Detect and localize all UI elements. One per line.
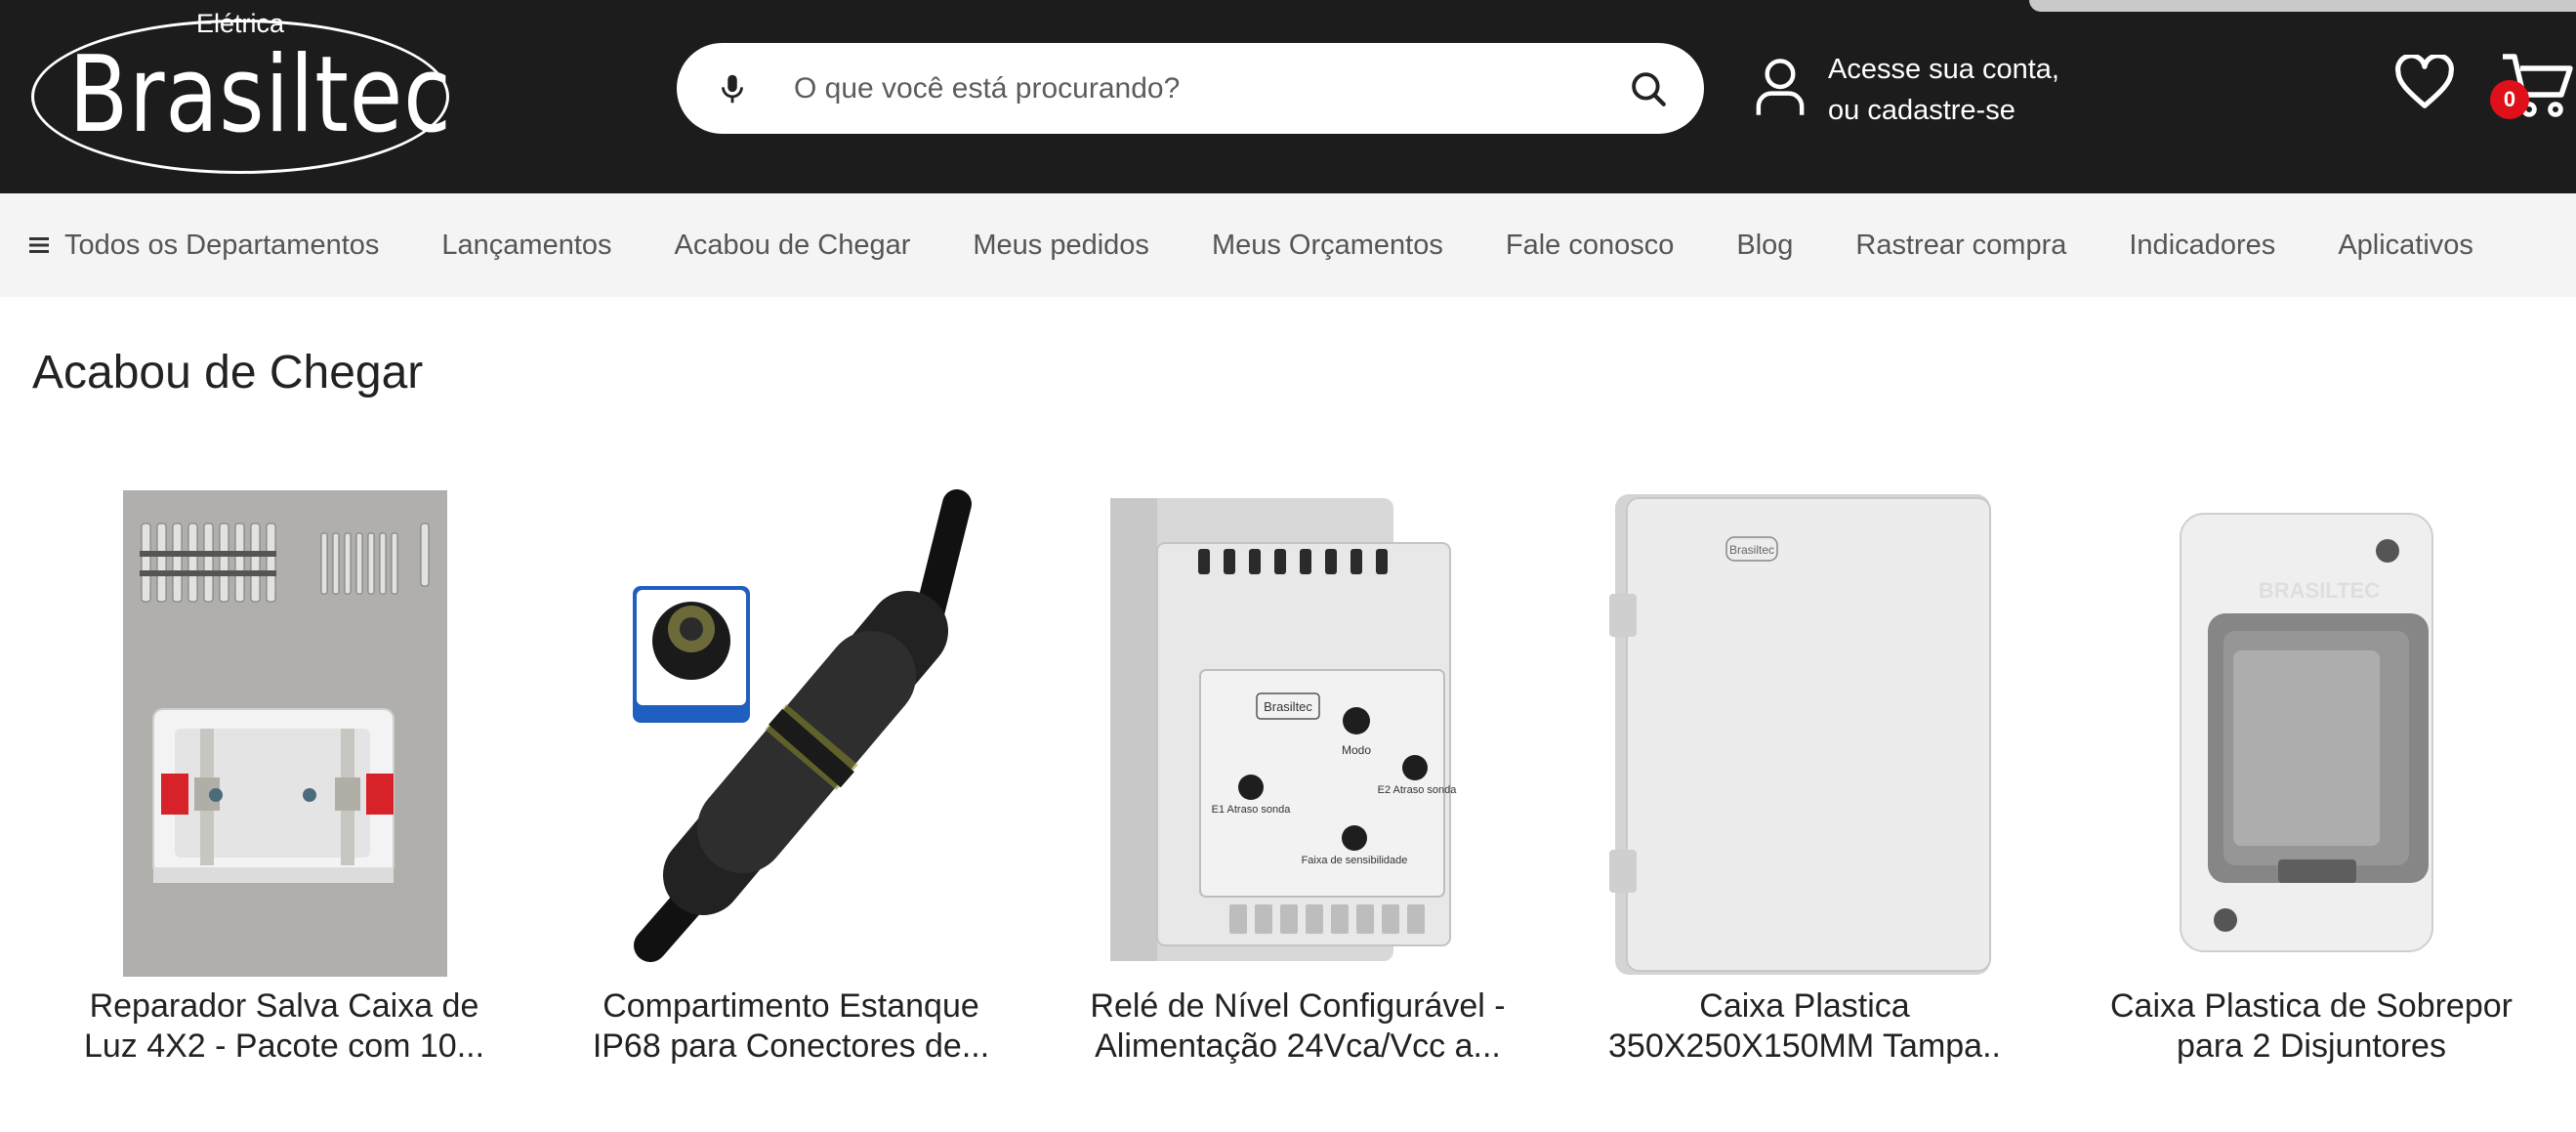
breaker-brand-label: BRASILTEC bbox=[2259, 578, 2380, 603]
brand-logo[interactable]: Elétrica Brasiltec bbox=[31, 10, 452, 174]
product-name[interactable]: Compartimento Estanque IP68 para Conecto… bbox=[566, 986, 1016, 1067]
relay-e2-label: E2 Atraso sonda bbox=[1378, 784, 1458, 796]
category-nav: Todos os Departamentos Lançamentos Acabo… bbox=[0, 193, 2576, 297]
nav-item-lancamentos[interactable]: Lançamentos bbox=[441, 230, 611, 262]
product-name-line-1: Caixa Plastica de Sobrepor bbox=[2109, 987, 2513, 1025]
nav-item-fale-conosco[interactable]: Fale conosco bbox=[1506, 230, 1675, 262]
nav-item-label: Todos os Departamentos bbox=[64, 229, 380, 261]
product-name[interactable]: Caixa Plastica 350X250X150MM Tampa.. bbox=[1580, 986, 2029, 1067]
search-icon[interactable] bbox=[1628, 68, 1669, 109]
product-name[interactable]: Reparador Salva Caixa de Luz 4X2 - Pacot… bbox=[60, 986, 509, 1067]
menu-icon bbox=[29, 237, 49, 253]
nav-item-blog[interactable]: Blog bbox=[1736, 230, 1793, 262]
account-link[interactable]: Acesse sua conta, ou cadastre-se bbox=[1754, 49, 2125, 137]
relay-range-label: Faixa de sensibilidade bbox=[1302, 855, 1408, 866]
nav-item-rastrear-compra[interactable]: Rastrear compra bbox=[1855, 230, 2066, 262]
product-image[interactable]: Brasiltec bbox=[1580, 484, 2029, 983]
nav-item-indicadores[interactable]: Indicadores bbox=[2129, 230, 2275, 262]
microphone-icon[interactable] bbox=[714, 70, 751, 107]
nav-item-all-departments[interactable]: Todos os Departamentos bbox=[29, 230, 379, 262]
relay-e1-label: E1 Atraso sonda bbox=[1212, 804, 1292, 816]
nav-item-acabou-de-chegar[interactable]: Acabou de Chegar bbox=[675, 230, 911, 262]
cart-button[interactable]: 0 bbox=[2490, 51, 2576, 129]
nav-item-meus-pedidos[interactable]: Meus pedidos bbox=[973, 230, 1149, 262]
product-name[interactable]: Caixa Plastica de Sobrepor para 2 Disjun… bbox=[2087, 986, 2536, 1067]
product-name-line-1: Compartimento Estanque bbox=[602, 987, 979, 1025]
account-line-1: Acesse sua conta, bbox=[1828, 54, 2059, 85]
box-brand-label: Brasiltec bbox=[1729, 543, 1774, 557]
logo-wordmark: Brasiltec bbox=[68, 34, 452, 156]
product-name-line-1: Caixa Plastica bbox=[1699, 987, 1910, 1025]
user-icon bbox=[1756, 59, 1805, 115]
product-image[interactable]: BRASILTEC bbox=[2087, 484, 2536, 983]
product-name-line-2: Luz 4X2 - Pacote com 10... bbox=[83, 1027, 485, 1065]
search-bar bbox=[677, 43, 1704, 134]
section-title: Acabou de Chegar bbox=[32, 347, 424, 398]
nav-item-aplicativos[interactable]: Aplicativos bbox=[2338, 230, 2473, 262]
cart-count-badge: 0 bbox=[2490, 80, 2529, 119]
account-line-2: ou cadastre-se bbox=[1828, 95, 2015, 126]
site-header: Elétrica Brasiltec Acesse sua conta, ou … bbox=[0, 0, 2576, 193]
product-name-line-2: 350X250X150MM Tampa.. bbox=[1608, 1027, 2001, 1065]
product-name[interactable]: Relé de Nível Configurável - Alimentação… bbox=[1073, 986, 1522, 1067]
product-image[interactable]: Brasiltec Modo E1 Atraso sonda E2 Atraso… bbox=[1073, 484, 1522, 983]
account-text: Acesse sua conta, ou cadastre-se bbox=[1828, 49, 2059, 131]
product-name-line-2: IP68 para Conectores de... bbox=[592, 1027, 990, 1065]
nav-list: Todos os Departamentos Lançamentos Acabo… bbox=[29, 193, 2536, 297]
product-image[interactable] bbox=[60, 484, 509, 983]
product-name-line-2: para 2 Disjuntores bbox=[2177, 1027, 2446, 1065]
heart-icon[interactable] bbox=[2394, 55, 2455, 111]
product-name-line-1: Relé de Nível Configurável - bbox=[1090, 987, 1506, 1025]
product-name-line-2: Alimentação 24Vca/Vcc a... bbox=[1095, 1027, 1501, 1065]
product-name-line-1: Reparador Salva Caixa de bbox=[89, 987, 479, 1025]
relay-brand-label: Brasiltec bbox=[1264, 699, 1312, 714]
product-image[interactable] bbox=[566, 484, 1016, 983]
nav-item-meus-orcamentos[interactable]: Meus Orçamentos bbox=[1212, 230, 1443, 262]
relay-mode-label: Modo bbox=[1342, 743, 1371, 757]
header-corner-shape bbox=[2029, 0, 2576, 12]
search-input[interactable] bbox=[794, 63, 1575, 115]
